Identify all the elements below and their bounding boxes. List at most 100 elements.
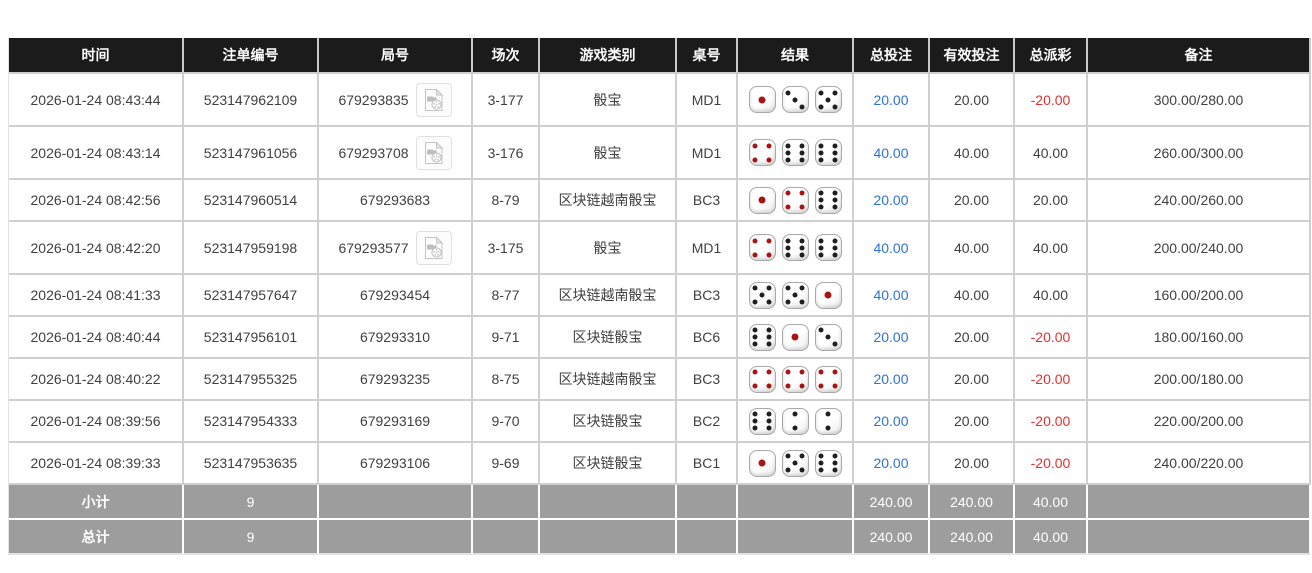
table-no-cell: MD1 xyxy=(677,127,738,180)
round-cell: 679293683 xyxy=(319,180,473,222)
video-replay-button[interactable] xyxy=(415,135,452,170)
session-cell: 3-177 xyxy=(473,74,540,127)
game-type-cell: 区块链越南骰宝 xyxy=(540,180,677,222)
remark-cell: 180.00/160.00 xyxy=(1088,317,1311,359)
summary-valid-bet-cell: 240.00 xyxy=(930,520,1015,555)
summary-total-bet-cell: 240.00 xyxy=(854,520,930,555)
round-cell: 679293310 xyxy=(319,317,473,359)
valid-bet-cell: 20.00 xyxy=(930,74,1015,127)
total-bet-link[interactable]: 40.00 xyxy=(873,145,908,161)
time-cell: 2026-01-24 08:42:56 xyxy=(9,180,184,222)
summary-empty-cell xyxy=(677,485,738,520)
dice-group xyxy=(742,234,848,261)
payout-cell: -20.00 xyxy=(1015,74,1088,127)
column-header-payout: 总派彩 xyxy=(1015,38,1088,74)
die-2 xyxy=(781,407,809,435)
die-1 xyxy=(814,281,842,309)
die-1 xyxy=(748,186,776,214)
total-bet-link[interactable]: 20.00 xyxy=(873,192,908,208)
bet-id-cell: 523147956101 xyxy=(184,317,319,359)
die-5 xyxy=(781,449,809,477)
die-2 xyxy=(814,407,842,435)
bet-id-cell: 523147962109 xyxy=(184,74,319,127)
result-cell xyxy=(738,275,854,317)
round-number: 679293169 xyxy=(359,413,431,429)
round-cell: 679293835 xyxy=(319,74,473,127)
time-cell: 2026-01-24 08:40:44 xyxy=(9,317,184,359)
bet-id-cell: 523147954333 xyxy=(184,401,319,443)
die-1 xyxy=(748,449,776,477)
column-header-total_bet: 总投注 xyxy=(854,38,930,74)
grand-total-row: 总计 9 240.00 240.00 40.00 xyxy=(9,520,1311,555)
column-header-game: 游戏类别 xyxy=(540,38,677,74)
game-type-cell: 区块链骰宝 xyxy=(540,401,677,443)
game-type-cell: 骰宝 xyxy=(540,74,677,127)
table-row: 2026-01-24 08:40:44 523147956101 6792933… xyxy=(9,317,1311,359)
total-bet-link[interactable]: 20.00 xyxy=(873,455,908,471)
column-header-round: 局号 xyxy=(319,38,473,74)
video-replay-button[interactable] xyxy=(415,230,452,265)
total-bet-cell: 40.00 xyxy=(854,222,930,275)
die-6 xyxy=(814,186,842,214)
die-5 xyxy=(748,281,776,309)
total-bet-cell: 20.00 xyxy=(854,317,930,359)
total-bet-link[interactable]: 20.00 xyxy=(873,92,908,108)
remark-cell: 300.00/280.00 xyxy=(1088,74,1311,127)
summary-empty-cell xyxy=(738,485,854,520)
payout-cell: -20.00 xyxy=(1015,443,1088,485)
summary-empty-cell xyxy=(319,520,473,555)
total-bet-link[interactable]: 20.00 xyxy=(873,413,908,429)
summary-empty-cell xyxy=(1088,520,1311,555)
total-bet-cell: 20.00 xyxy=(854,401,930,443)
video-file-icon xyxy=(424,235,443,259)
game-type-cell: 骰宝 xyxy=(540,222,677,275)
table-no-cell: BC3 xyxy=(677,180,738,222)
total-bet-link[interactable]: 20.00 xyxy=(873,329,908,345)
result-cell xyxy=(738,359,854,401)
total-bet-cell: 20.00 xyxy=(854,443,930,485)
column-header-result: 结果 xyxy=(738,38,854,74)
dice-group xyxy=(742,323,848,351)
total-bet-link[interactable]: 20.00 xyxy=(873,371,908,387)
total-bet-link[interactable]: 40.00 xyxy=(873,240,908,256)
payout-cell: 40.00 xyxy=(1015,222,1088,275)
session-cell: 8-77 xyxy=(473,275,540,317)
round-cell: 679293454 xyxy=(319,275,473,317)
die-4 xyxy=(781,186,809,214)
round-cell: 679293235 xyxy=(319,359,473,401)
summary-empty-cell xyxy=(540,485,677,520)
table-row: 2026-01-24 08:43:14 523147961056 6792937… xyxy=(9,127,1311,180)
die-4 xyxy=(748,365,776,393)
total-bet-cell: 40.00 xyxy=(854,275,930,317)
column-header-table_no: 桌号 xyxy=(677,38,738,74)
time-cell: 2026-01-24 08:41:33 xyxy=(9,275,184,317)
time-cell: 2026-01-24 08:40:22 xyxy=(9,359,184,401)
dice-group xyxy=(742,86,848,113)
time-cell: 2026-01-24 08:43:44 xyxy=(9,74,184,127)
die-4 xyxy=(748,234,776,261)
table-no-cell: BC6 xyxy=(677,317,738,359)
bet-id-cell: 523147959198 xyxy=(184,222,319,275)
dice-group xyxy=(742,186,848,214)
table-no-cell: BC2 xyxy=(677,401,738,443)
die-6 xyxy=(814,139,842,166)
time-cell: 2026-01-24 08:43:14 xyxy=(9,127,184,180)
table-row: 2026-01-24 08:39:33 523147953635 6792931… xyxy=(9,443,1311,485)
payout-cell: -20.00 xyxy=(1015,317,1088,359)
total-bet-link[interactable]: 40.00 xyxy=(873,287,908,303)
round-number: 679293310 xyxy=(359,329,431,345)
total-bet-cell: 20.00 xyxy=(854,180,930,222)
table-header-row: 时间 注单编号 局号 场次 游戏类别 桌号 结果 总投注 有效投注 总派彩 备注 xyxy=(9,38,1311,74)
time-cell: 2026-01-24 08:39:33 xyxy=(9,443,184,485)
valid-bet-cell: 20.00 xyxy=(930,443,1015,485)
column-header-bet_id: 注单编号 xyxy=(184,38,319,74)
valid-bet-cell: 20.00 xyxy=(930,317,1015,359)
dice-group xyxy=(742,407,848,435)
table-row: 2026-01-24 08:42:20 523147959198 6792935… xyxy=(9,222,1311,275)
result-cell xyxy=(738,180,854,222)
die-5 xyxy=(814,86,842,113)
summary-label-cell: 总计 xyxy=(9,520,184,555)
summary-valid-bet-cell: 240.00 xyxy=(930,485,1015,520)
table-no-cell: BC1 xyxy=(677,443,738,485)
video-replay-button[interactable] xyxy=(415,82,452,117)
